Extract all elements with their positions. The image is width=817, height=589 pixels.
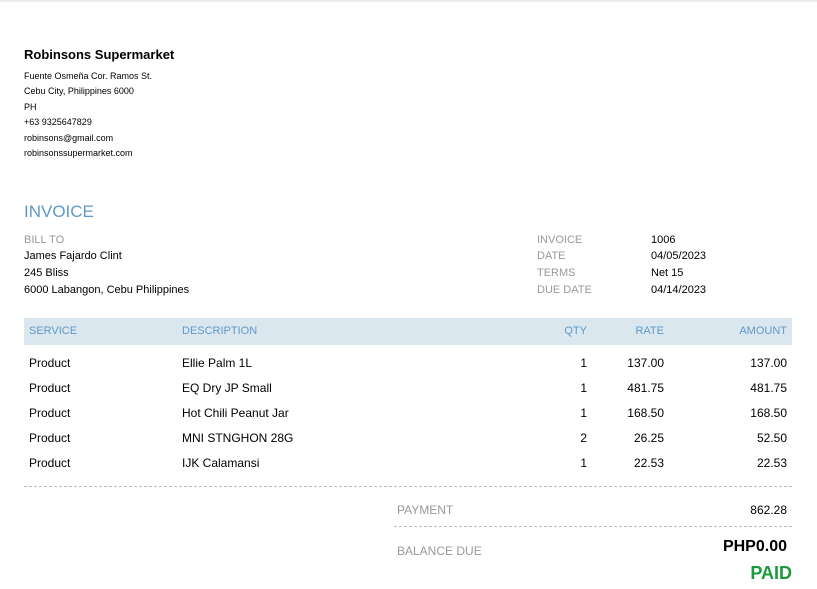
terms-value: Net 15 — [651, 267, 684, 279]
table-header: SERVICE DESCRIPTION QTY RATE AMOUNT — [24, 318, 792, 345]
company-website: robinsonssupermarket.com — [24, 148, 133, 158]
payment-label: PAYMENT — [397, 503, 454, 517]
row-rate: 26.25 — [633, 431, 664, 445]
table-row: Product Hot Chili Peanut Jar 1 168.50 168.50 — [24, 406, 792, 426]
company-address-line: Cebu City, Philippines 6000 — [24, 86, 134, 96]
row-service: Product — [29, 456, 71, 470]
table-row: Product EQ Dry JP Small 1 481.75 481.75 — [24, 381, 792, 401]
row-description: IJK Calamansi — [182, 456, 260, 470]
row-description: Ellie Palm 1L — [182, 356, 253, 370]
row-amount: 22.53 — [756, 456, 787, 470]
header-qty: QTY — [564, 325, 587, 337]
header-amount: AMOUNT — [739, 325, 787, 337]
row-qty: 1 — [580, 406, 587, 420]
row-description: MNI STNGHON 28G — [182, 431, 294, 445]
payment-value: 862.28 — [750, 503, 787, 517]
header-rate: RATE — [635, 325, 664, 337]
bill-to-label: BILL TO — [24, 234, 65, 246]
header-description: DESCRIPTION — [182, 325, 258, 337]
balance-due-label: BALANCE DUE — [397, 544, 482, 558]
customer-city: 6000 Labangon, Cebu Philippines — [24, 284, 190, 296]
row-service: Product — [29, 381, 71, 395]
row-amount: 137.00 — [750, 356, 787, 370]
row-qty: 2 — [580, 431, 587, 445]
row-rate: 481.75 — [627, 381, 664, 395]
invoice-number-label: INVOICE — [537, 234, 583, 246]
divider — [394, 526, 792, 527]
row-amount: 52.50 — [756, 431, 787, 445]
company-country: PH — [24, 102, 37, 112]
header-service: SERVICE — [29, 325, 78, 337]
row-description: EQ Dry JP Small — [182, 381, 272, 395]
company-name: Robinsons Supermarket — [24, 47, 175, 62]
due-date-label: DUE DATE — [537, 284, 592, 296]
row-description: Hot Chili Peanut Jar — [182, 406, 289, 420]
row-qty: 1 — [580, 356, 587, 370]
company-email: robinsons@gmail.com — [24, 133, 114, 143]
top-border — [0, 0, 817, 3]
row-qty: 1 — [580, 456, 587, 470]
customer-street: 245 Bliss — [24, 267, 69, 279]
table-row: Product Ellie Palm 1L 1 137.00 137.00 — [24, 356, 792, 376]
row-amount: 481.75 — [750, 381, 787, 395]
divider — [24, 486, 792, 487]
paid-status: PAID — [750, 563, 792, 583]
invoice-number: 1006 — [651, 234, 676, 246]
row-rate: 137.00 — [627, 356, 664, 370]
invoice-title: INVOICE — [24, 202, 94, 221]
balance-due-value: PHP0.00 — [722, 538, 787, 555]
row-service: Product — [29, 406, 71, 420]
date-label: DATE — [537, 250, 566, 262]
terms-label: TERMS — [537, 267, 576, 279]
row-qty: 1 — [580, 381, 587, 395]
due-date-value: 04/14/2023 — [651, 284, 707, 296]
table-row: Product MNI STNGHON 28G 2 26.25 52.50 — [24, 431, 792, 451]
row-rate: 168.50 — [627, 406, 664, 420]
date-value: 04/05/2023 — [651, 250, 707, 262]
table-row: Product IJK Calamansi 1 22.53 22.53 — [24, 456, 792, 476]
company-address-line: Fuente Osmeña Cor. Ramos St. — [24, 71, 153, 81]
row-service: Product — [29, 356, 71, 370]
customer-name: James Fajardo Clint — [24, 250, 122, 262]
row-amount: 168.50 — [750, 406, 787, 420]
company-phone: +63 9325647829 — [24, 117, 92, 127]
row-rate: 22.53 — [633, 456, 664, 470]
row-service: Product — [29, 431, 71, 445]
